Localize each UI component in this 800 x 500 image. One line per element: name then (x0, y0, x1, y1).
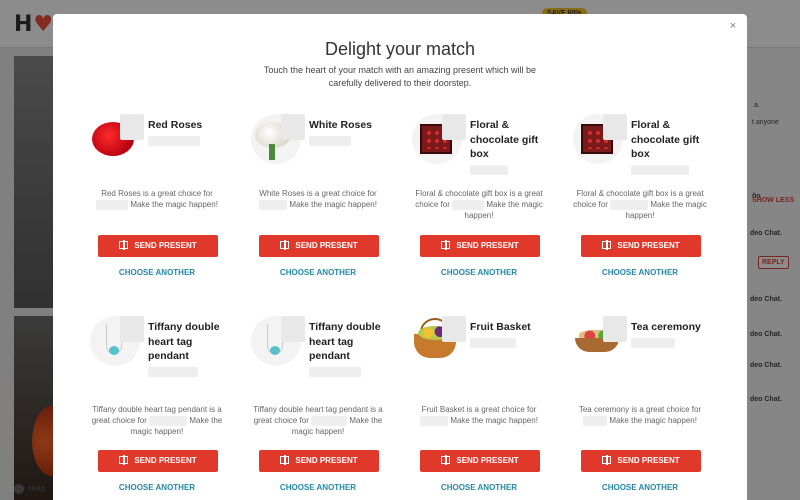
modal-subtitle: Touch the heart of your match with an am… (263, 65, 537, 88)
close-button[interactable]: × (725, 18, 741, 34)
match-avatar (281, 114, 305, 140)
choose-another-link[interactable]: CHOOSE ANOTHER (412, 268, 546, 277)
match-avatar (442, 316, 466, 342)
send-present-button[interactable]: SEND PRESENT (420, 235, 540, 257)
gift-name: Fruit Basket (470, 320, 550, 349)
choose-another-link[interactable]: CHOOSE ANOTHER (573, 483, 707, 492)
gift-description: Tiffany double heart tag pendant is a gr… (253, 405, 383, 436)
gift-name: Red Roses (148, 118, 228, 147)
gift-name: Tea ceremony (631, 320, 711, 349)
gift-icon (602, 455, 612, 465)
send-present-button[interactable]: SEND PRESENT (98, 450, 218, 472)
send-present-button[interactable]: SEND PRESENT (581, 235, 701, 257)
gift-icon (119, 240, 129, 250)
modal-title: Delight your match (324, 39, 476, 59)
gift-icon (119, 455, 129, 465)
send-present-button[interactable]: SEND PRESENT (259, 450, 379, 472)
gift-name: Tiffany double heart tag pendant (309, 320, 389, 378)
match-avatar (603, 316, 627, 342)
gift-description: Tiffany double heart tag pendant is a gr… (91, 405, 223, 436)
gift-icon (441, 455, 451, 465)
gift-name: Floral & chocolate gift box (470, 118, 550, 176)
match-avatar (120, 114, 144, 140)
match-avatar (120, 316, 144, 342)
match-avatar (442, 114, 466, 140)
gift-description: Red Roses is a great choice for Make the… (90, 188, 224, 210)
gift-modal: × Delight your match Touch the heart of … (53, 14, 747, 500)
gift-name: Floral & chocolate gift box (631, 118, 711, 176)
choose-another-link[interactable]: CHOOSE ANOTHER (90, 483, 224, 492)
gift-description: Floral & chocolate gift box is a great c… (573, 189, 707, 220)
send-present-button[interactable]: SEND PRESENT (420, 450, 540, 472)
choose-another-link[interactable]: CHOOSE ANOTHER (251, 268, 385, 277)
gift-description: White Roses is a great choice for Make t… (259, 189, 377, 210)
gift-description: Fruit Basket is a great choice for Make … (420, 405, 538, 426)
gift-description: Floral & chocolate gift box is a great c… (415, 189, 543, 220)
gift-icon (280, 455, 290, 465)
gift-icon (441, 240, 451, 250)
match-avatar (281, 316, 305, 342)
gift-icon (602, 240, 612, 250)
choose-another-link[interactable]: CHOOSE ANOTHER (251, 483, 385, 492)
gift-name: Tiffany double heart tag pendant (148, 320, 228, 378)
gift-description: Tea ceremony is a great choice for Make … (578, 405, 702, 426)
choose-another-link[interactable]: CHOOSE ANOTHER (412, 483, 546, 492)
send-present-button[interactable]: SEND PRESENT (581, 450, 701, 472)
choose-another-link[interactable]: CHOOSE ANOTHER (90, 268, 224, 277)
gift-name: White Roses (309, 118, 389, 147)
gift-icon (280, 240, 290, 250)
send-present-button[interactable]: SEND PRESENT (259, 235, 379, 257)
choose-another-link[interactable]: CHOOSE ANOTHER (573, 268, 707, 277)
send-present-button[interactable]: SEND PRESENT (98, 235, 218, 257)
match-avatar (603, 114, 627, 140)
